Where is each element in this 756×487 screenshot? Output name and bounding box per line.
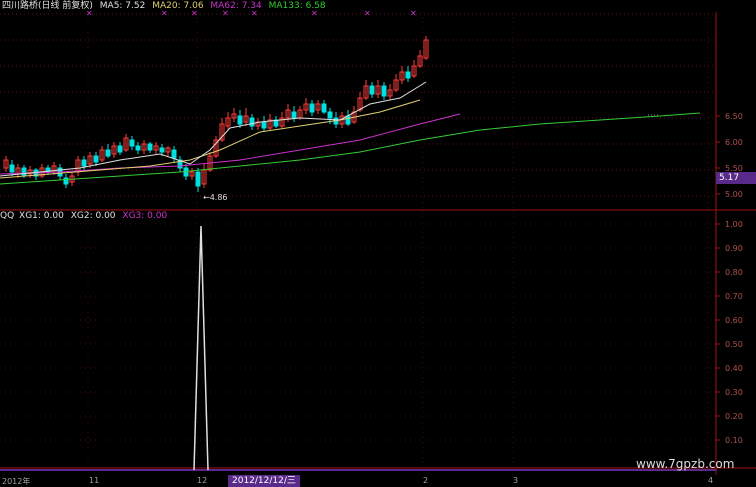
- candle-body: [309, 103, 315, 113]
- candle-body: [159, 147, 165, 153]
- crosshair-date-tag: 2012/12/12/三: [228, 475, 300, 487]
- indicator-tick: 0.10: [725, 436, 743, 445]
- candle-body: [321, 103, 327, 113]
- x-axis-label: 2: [423, 476, 429, 485]
- candle-body: [345, 115, 351, 125]
- candle-body: [9, 164, 15, 173]
- signal-spike: [193, 225, 209, 471]
- low-price-value: 4.86: [209, 193, 228, 202]
- candle-body: [381, 85, 387, 97]
- price-tick: 6.00: [725, 138, 743, 147]
- marker-icon: ✕: [251, 9, 258, 18]
- candle-body: [63, 177, 69, 185]
- marker-icon: ✕: [410, 9, 417, 18]
- candle-body: [129, 139, 135, 147]
- stock-label: 四川路桥(日线 前复权): [2, 1, 93, 11]
- indicator-tick: 0.60: [725, 316, 743, 325]
- candle-body: [135, 145, 141, 151]
- candle-body: [291, 111, 297, 119]
- x-axis-label: 2012年: [2, 477, 31, 486]
- indicator-tick: 0.90: [725, 244, 743, 253]
- candle-body: [369, 85, 375, 95]
- indicator-tick: 0.70: [725, 292, 743, 301]
- x-axis-label: 12: [197, 476, 208, 485]
- marker-icon: ✕: [191, 9, 198, 18]
- xg1-value: XG1: 0.00: [19, 211, 64, 221]
- ma5-value: MA5: 7.52: [99, 1, 146, 11]
- candle-body: [171, 149, 177, 159]
- candle-body: [261, 121, 267, 129]
- xg2-value: XG2: 0.00: [70, 211, 116, 221]
- ma5-line: [0, 81, 427, 177]
- candle-body: [117, 145, 123, 153]
- indicator-tick: 0.50: [725, 340, 743, 349]
- candle-body: [105, 149, 111, 157]
- marker-icon: ✕: [222, 9, 229, 18]
- watermark: www.7gpzb.com: [636, 457, 735, 471]
- low-price-marker: ←4.86: [203, 193, 228, 202]
- chart-canvas[interactable]: [0, 0, 756, 487]
- price-tick: 5.00: [725, 190, 743, 199]
- indicator-tick: 0.30: [725, 388, 743, 397]
- xg3-value: XG3: 0.00: [122, 211, 168, 221]
- marker-icon: ✕: [161, 9, 168, 18]
- indicator-name: QQ: [0, 211, 15, 221]
- indicator-header: QQ XG1: 0.00 XG2: 0.00 XG3: 0.00: [0, 211, 167, 222]
- indicator-tick: 0.40: [725, 364, 743, 373]
- marker-icon: ✕: [311, 9, 318, 18]
- marker-icon: ✕: [364, 9, 371, 18]
- candle-body: [147, 143, 153, 151]
- marker-icon: ✕: [86, 9, 93, 18]
- price-tick: 6.50: [725, 112, 743, 121]
- candle-body: [327, 111, 333, 119]
- current-price-tag: 5.17: [716, 172, 756, 184]
- x-axis-label: 11: [89, 476, 100, 485]
- candle-body: [405, 71, 411, 79]
- candle-body: [195, 171, 201, 187]
- candle-body: [81, 159, 87, 167]
- x-axis-label: 3: [513, 476, 519, 485]
- candle-body: [249, 117, 255, 127]
- indicator-tick: 0.80: [725, 268, 743, 277]
- indicator-tick: 1.00: [725, 220, 743, 229]
- x-axis-label: 4: [708, 476, 714, 485]
- indicator-tick: 0.20: [725, 412, 743, 421]
- candle-body: [93, 155, 99, 163]
- candle-body: [237, 115, 243, 125]
